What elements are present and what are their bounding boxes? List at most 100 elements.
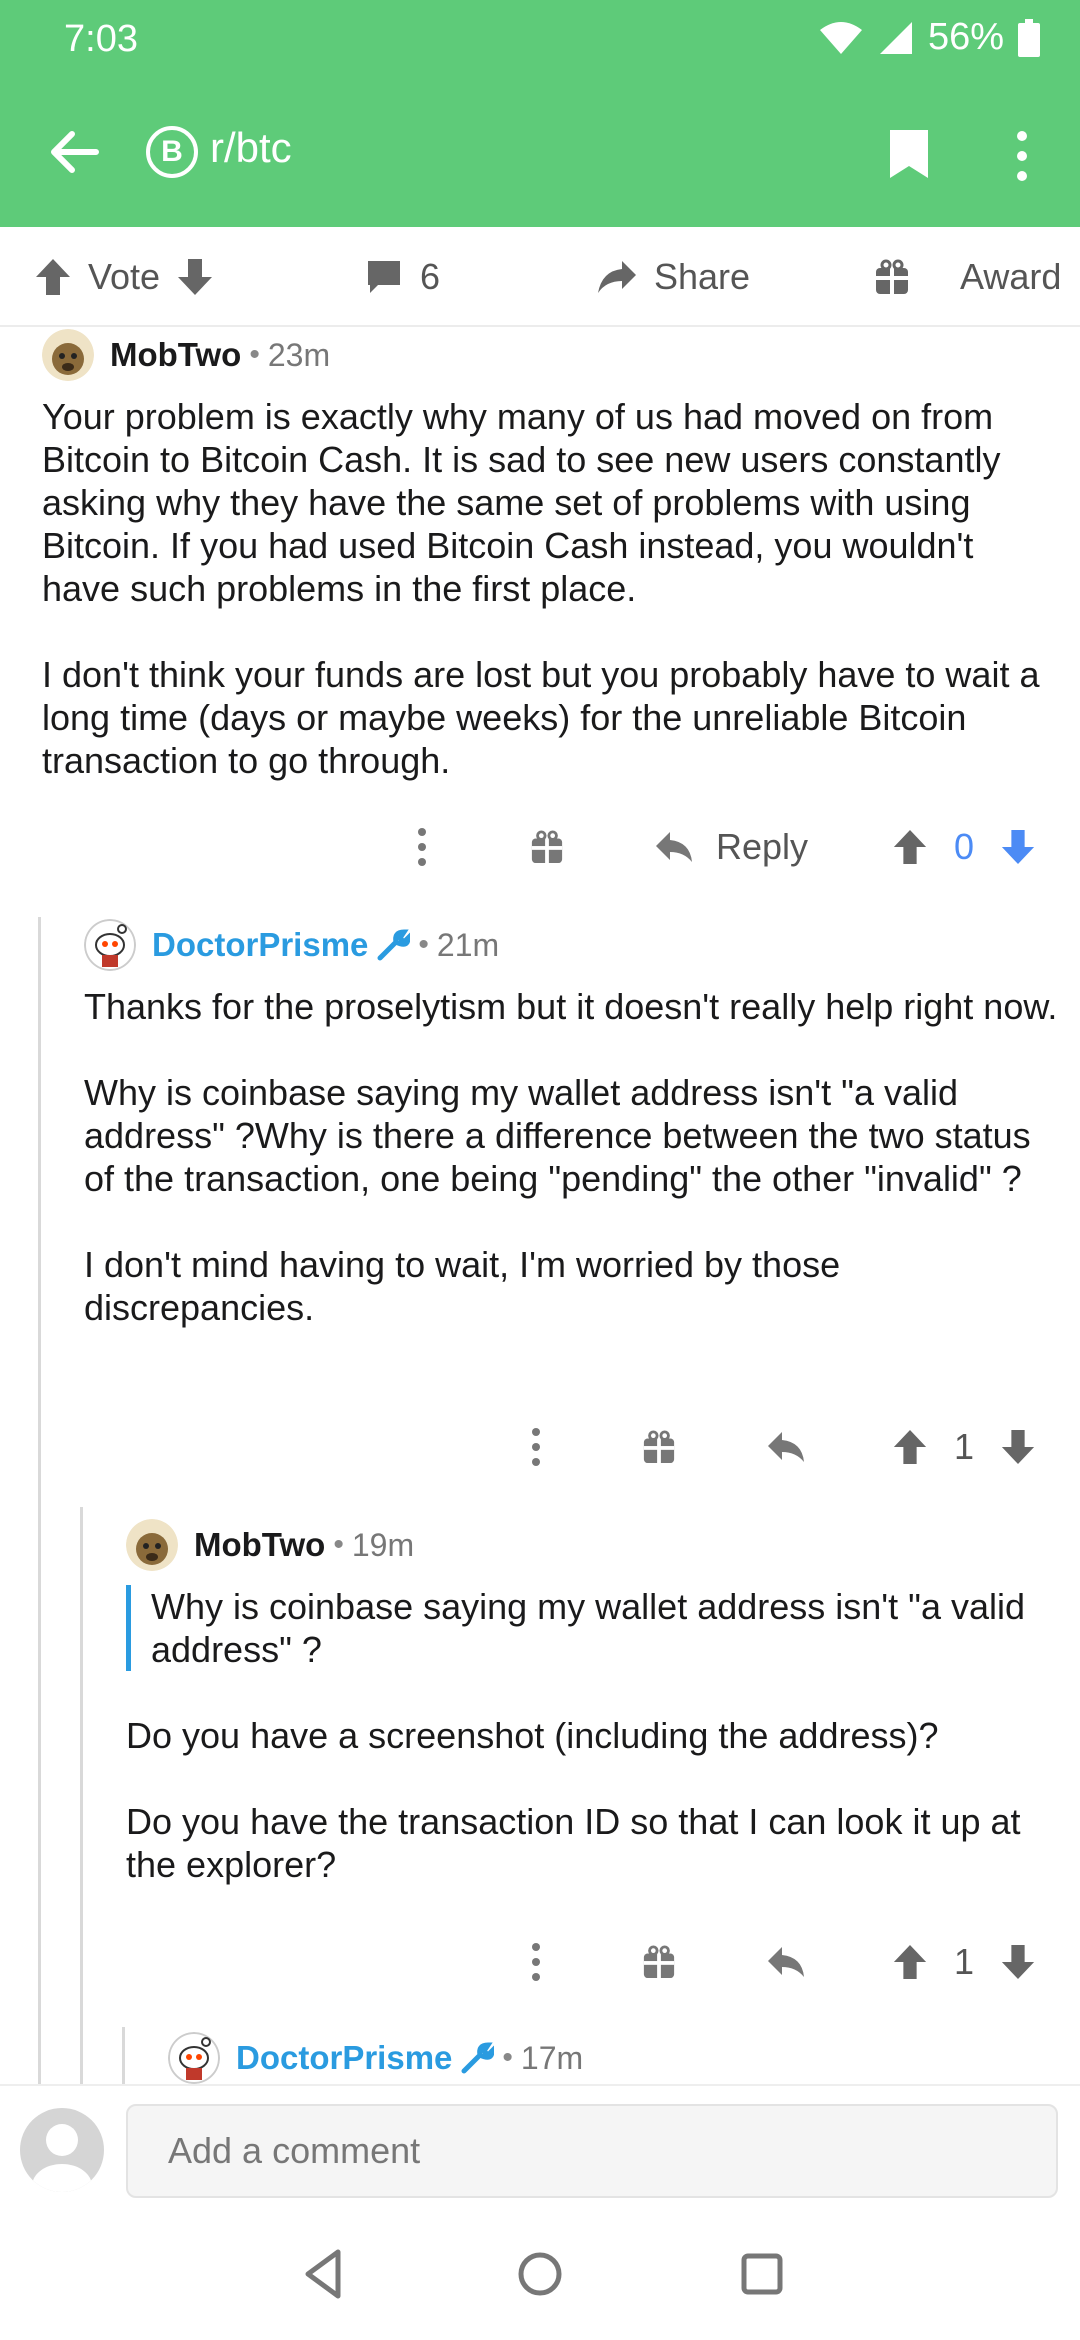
- thread-line: [122, 2027, 125, 2084]
- reply-icon[interactable]: [766, 1932, 806, 1992]
- downvote-icon[interactable]: [176, 257, 214, 297]
- comment-author[interactable]: DoctorPrisme: [152, 926, 368, 964]
- more-options-icon[interactable]: [416, 817, 428, 877]
- comment-header: MobTwo • 23m: [42, 327, 1042, 383]
- subreddit-name[interactable]: r/btc: [210, 124, 292, 172]
- nav-home-icon[interactable]: [510, 2244, 570, 2304]
- award-button[interactable]: Award: [874, 249, 1061, 305]
- comment-paragraph: Do you have the transaction ID so that I…: [126, 1801, 1021, 1885]
- comment-age: 23m: [267, 336, 331, 373]
- share-label: Share: [654, 256, 751, 297]
- comment-score: 1: [954, 1426, 975, 1467]
- award-gift-icon[interactable]: [642, 1417, 676, 1477]
- gift-icon: [876, 259, 908, 294]
- avatar[interactable]: [42, 329, 94, 381]
- comment-actions: 1: [0, 1417, 1080, 1477]
- signal-icon: [879, 21, 912, 54]
- thread-line: [38, 917, 41, 2084]
- separator-dot: •: [418, 928, 429, 961]
- share-button[interactable]: Share: [596, 249, 750, 305]
- mod-wrench-icon: [377, 929, 411, 961]
- comment-actions: Reply 0: [0, 817, 1080, 877]
- block-quote: Why is coinbase saying my wallet address…: [126, 1585, 1066, 1671]
- add-comment-input[interactable]: Add a comment: [126, 2104, 1058, 2198]
- comment-age: 21m: [436, 926, 500, 963]
- award-label: Award: [960, 256, 1062, 297]
- reply-label: Reply: [716, 826, 809, 867]
- battery-percent: 56%: [927, 16, 1004, 58]
- comment-body: Your problem is exactly why many of us h…: [42, 395, 1042, 782]
- comment-bubble-icon: [368, 261, 400, 293]
- thread-line: [80, 1507, 83, 2084]
- reply-icon[interactable]: [766, 1417, 806, 1477]
- comment-paragraph: Thanks for the proselytism but it doesn'…: [84, 986, 1058, 1027]
- battery-icon: [1018, 18, 1040, 57]
- comment: DoctorPrisme • 17m: [168, 2030, 1048, 2084]
- award-gift-icon[interactable]: [642, 1932, 676, 1992]
- upvote-icon[interactable]: [892, 817, 928, 877]
- comment: MobTwo • 19m Why is coinbase saying my w…: [126, 1517, 1066, 1886]
- comment-header: DoctorPrisme • 17m: [168, 2030, 1048, 2084]
- vote-label: Vote: [88, 256, 161, 297]
- comment-author[interactable]: DoctorPrisme: [236, 2039, 452, 2077]
- comment-body: Thanks for the proselytism but it doesn'…: [84, 985, 1064, 1329]
- upvote-icon[interactable]: [892, 1932, 928, 1992]
- reply-icon: [656, 832, 692, 862]
- comment: DoctorPrisme • 21m Thanks for the prosel…: [84, 917, 1064, 1329]
- comments-count: 6: [420, 256, 441, 297]
- separator-dot: •: [333, 1528, 344, 1561]
- back-arrow-icon[interactable]: [44, 122, 104, 182]
- upvote-icon[interactable]: [892, 1417, 928, 1477]
- comment-score: 1: [954, 1941, 975, 1982]
- downvote-icon[interactable]: [1000, 817, 1036, 877]
- comment-paragraph: Why is coinbase saying my wallet address…: [84, 1072, 1031, 1199]
- status-bar: 7:03 56%: [0, 0, 1080, 80]
- avatar[interactable]: [126, 1519, 178, 1571]
- system-nav-bar: [0, 2214, 1080, 2340]
- more-options-icon[interactable]: [530, 1932, 542, 1992]
- user-avatar[interactable]: [20, 2108, 104, 2192]
- app-header: 7:03 56% B r/btc: [0, 0, 1080, 227]
- more-options-icon[interactable]: [1010, 130, 1034, 182]
- avatar[interactable]: [168, 2032, 220, 2084]
- wifi-icon: [819, 21, 862, 54]
- bitcoin-icon: B: [161, 135, 183, 168]
- avatar[interactable]: [84, 919, 136, 971]
- comment-paragraph: I don't mind having to wait, I'm worried…: [84, 1244, 841, 1328]
- comment-author[interactable]: MobTwo: [194, 1526, 325, 1564]
- comment-header: MobTwo • 19m: [126, 1517, 1066, 1573]
- status-icons: 56%: [818, 16, 1040, 59]
- comment-body: Why is coinbase saying my wallet address…: [126, 1585, 1066, 1886]
- app-bar: B r/btc: [0, 100, 1080, 210]
- comment-age: 19m: [351, 1526, 415, 1563]
- comments-count-button[interactable]: 6: [364, 249, 440, 305]
- comment-paragraph: I don't think your funds are lost but yo…: [42, 654, 1040, 781]
- share-icon: [598, 261, 636, 293]
- comment-score: 0: [954, 826, 975, 867]
- reply-button[interactable]: Reply: [654, 817, 808, 877]
- nav-recents-icon[interactable]: [732, 2244, 792, 2304]
- separator-dot: •: [502, 2041, 513, 2074]
- status-time: 7:03: [64, 18, 138, 60]
- comment-actions: 1: [0, 1932, 1080, 1992]
- more-options-icon[interactable]: [530, 1417, 542, 1477]
- comment-composer: Add a comment: [0, 2084, 1080, 2214]
- mod-wrench-icon: [461, 2042, 495, 2074]
- comment-thread: MobTwo • 23m Your problem is exactly why…: [0, 327, 1080, 2084]
- comment: MobTwo • 23m Your problem is exactly why…: [42, 327, 1042, 782]
- upvote-icon[interactable]: [34, 257, 72, 297]
- comment-paragraph: Your problem is exactly why many of us h…: [42, 396, 1001, 609]
- award-gift-icon[interactable]: [530, 817, 564, 877]
- comment-age: 17m: [520, 2039, 584, 2076]
- vote-group: Vote: [34, 249, 214, 305]
- bookmark-icon[interactable]: [888, 128, 930, 180]
- separator-dot: •: [249, 338, 260, 371]
- downvote-icon[interactable]: [1000, 1417, 1036, 1477]
- comment-header: DoctorPrisme • 21m: [84, 917, 1064, 973]
- post-action-bar: Vote 6 Share Award: [0, 227, 1080, 327]
- comment-paragraph: Do you have a screenshot (including the …: [126, 1715, 939, 1756]
- downvote-icon[interactable]: [1000, 1932, 1036, 1992]
- subreddit-icon[interactable]: B: [146, 126, 198, 178]
- comment-author[interactable]: MobTwo: [110, 336, 241, 374]
- nav-back-icon[interactable]: [294, 2244, 354, 2304]
